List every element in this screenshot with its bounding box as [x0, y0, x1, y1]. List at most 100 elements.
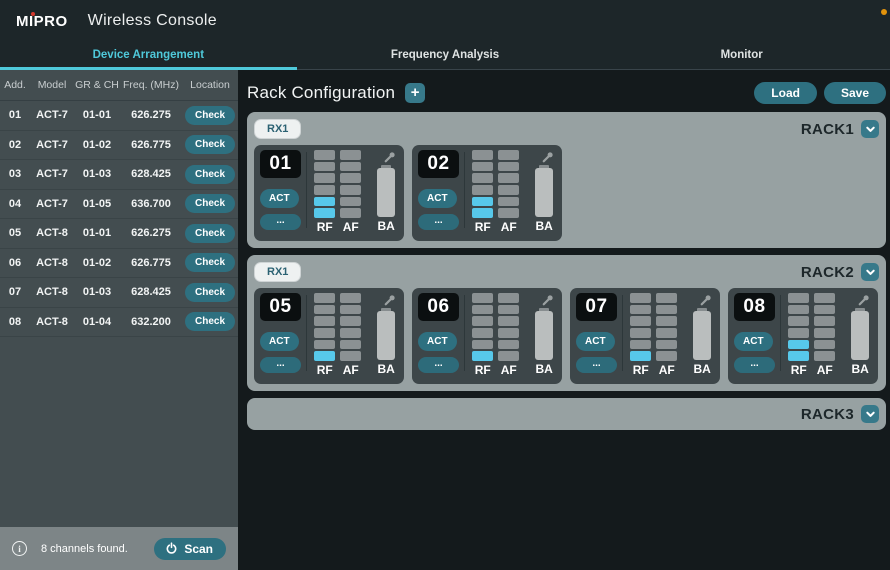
load-button[interactable]: Load	[754, 82, 817, 104]
rf-meter: RF	[472, 150, 493, 236]
cell-location: Check	[182, 224, 238, 243]
cell-model: ACT-8	[30, 316, 74, 328]
more-options-button[interactable]: ...	[260, 357, 301, 373]
af-meter-label: AF	[498, 220, 519, 234]
info-icon[interactable]: i	[12, 541, 27, 556]
cell-model: ACT-7	[30, 109, 74, 121]
save-button[interactable]: Save	[824, 82, 886, 104]
connection-status-dot	[881, 9, 887, 15]
rack-header: RX1RACK1	[254, 118, 879, 140]
rf-segment	[472, 208, 493, 218]
af-segment	[656, 293, 677, 303]
rf-meter-label: RF	[788, 363, 809, 377]
receiver-chip[interactable]: RX1	[254, 262, 301, 282]
logo-red-dot-icon	[31, 12, 35, 16]
more-options-button[interactable]: ...	[418, 357, 459, 373]
device-card: 02ACT...RFAFBA	[412, 145, 562, 241]
act-sync-button[interactable]: ACT	[576, 332, 615, 351]
receiver-chip[interactable]: RX1	[254, 119, 301, 139]
tab-monitor[interactable]: Monitor	[593, 42, 890, 70]
check-button[interactable]: Check	[185, 165, 235, 184]
rf-segment	[472, 316, 493, 326]
af-segment	[340, 328, 361, 338]
rack-configuration-main: Rack Configuration + Load Save RX1RACK10…	[238, 70, 890, 570]
rf-segment	[472, 340, 493, 350]
device-channel-number: 07	[576, 293, 617, 321]
check-button[interactable]: Check	[185, 106, 235, 125]
af-meter: AF	[340, 293, 361, 379]
af-segment	[498, 305, 519, 315]
af-segment	[340, 340, 361, 350]
battery-bar	[535, 311, 553, 360]
af-segment	[498, 351, 519, 361]
table-row: 02ACT-701-02626.775Check	[0, 131, 238, 161]
af-segment	[814, 351, 835, 361]
table-header-row: Add. Model GR & CH Freq. (MHz) Location	[0, 70, 238, 101]
rack-collapse-button[interactable]	[861, 263, 879, 281]
af-segment	[340, 316, 361, 326]
af-segment	[498, 197, 519, 207]
af-segment	[498, 173, 519, 183]
cell-add: 08	[0, 316, 30, 328]
battery-column: BA	[847, 293, 873, 379]
cell-freq: 632.200	[120, 316, 182, 328]
check-button[interactable]: Check	[185, 194, 235, 213]
add-rack-button[interactable]: +	[405, 83, 425, 103]
af-segment	[340, 197, 361, 207]
rf-segment	[314, 316, 335, 326]
cell-grch: 01-03	[74, 286, 120, 298]
rack-collapse-button[interactable]	[861, 120, 879, 138]
microphone-icon	[698, 293, 713, 308]
cell-freq: 636.700	[120, 198, 182, 210]
check-button[interactable]: Check	[185, 224, 235, 243]
tab-device-arrangement[interactable]: Device Arrangement	[0, 42, 297, 70]
act-sync-button[interactable]: ACT	[734, 332, 773, 351]
device-channel-number: 06	[418, 293, 459, 321]
cell-freq: 626.775	[120, 257, 182, 269]
cell-grch: 01-02	[74, 139, 120, 151]
cell-grch: 01-05	[74, 198, 120, 210]
af-segment	[656, 328, 677, 338]
more-options-button[interactable]: ...	[576, 357, 617, 373]
check-button[interactable]: Check	[185, 135, 235, 154]
af-segment	[340, 293, 361, 303]
cell-model: ACT-8	[30, 227, 74, 239]
act-sync-button[interactable]: ACT	[418, 189, 457, 208]
af-segment	[340, 305, 361, 315]
act-sync-button[interactable]: ACT	[418, 332, 457, 351]
scan-button[interactable]: Scan	[154, 538, 226, 560]
rf-segment	[314, 208, 335, 218]
rf-segment	[630, 340, 651, 350]
act-sync-button[interactable]: ACT	[260, 332, 299, 351]
more-options-button[interactable]: ...	[418, 214, 459, 230]
rf-segment	[314, 340, 335, 350]
rf-meter: RF	[314, 293, 335, 379]
rf-meter-segments	[788, 293, 809, 361]
af-meter: AF	[656, 293, 677, 379]
device-channel-number: 08	[734, 293, 775, 321]
rack-collapse-button[interactable]	[861, 405, 879, 423]
card-divider	[464, 295, 465, 371]
check-button[interactable]: Check	[185, 283, 235, 302]
ba-meter-label: BA	[535, 362, 552, 376]
cell-add: 05	[0, 227, 30, 239]
cell-location: Check	[182, 312, 238, 331]
rf-meter-label: RF	[472, 363, 493, 377]
af-segment	[814, 328, 835, 338]
battery-bar	[851, 311, 869, 360]
ba-meter-label: BA	[377, 362, 394, 376]
cell-freq: 626.775	[120, 139, 182, 151]
device-card-controls: 02ACT...	[418, 150, 461, 236]
rf-segment	[788, 328, 809, 338]
check-button[interactable]: Check	[185, 253, 235, 272]
af-meter-label: AF	[340, 363, 361, 377]
more-options-button[interactable]: ...	[734, 357, 775, 373]
check-button[interactable]: Check	[185, 312, 235, 331]
af-meter-segments	[340, 150, 361, 218]
tab-frequency-analysis[interactable]: Frequency Analysis	[297, 42, 594, 70]
rf-meter-label: RF	[314, 220, 335, 234]
af-segment	[498, 162, 519, 172]
act-sync-button[interactable]: ACT	[260, 189, 299, 208]
scan-button-label: Scan	[184, 542, 213, 556]
more-options-button[interactable]: ...	[260, 214, 301, 230]
